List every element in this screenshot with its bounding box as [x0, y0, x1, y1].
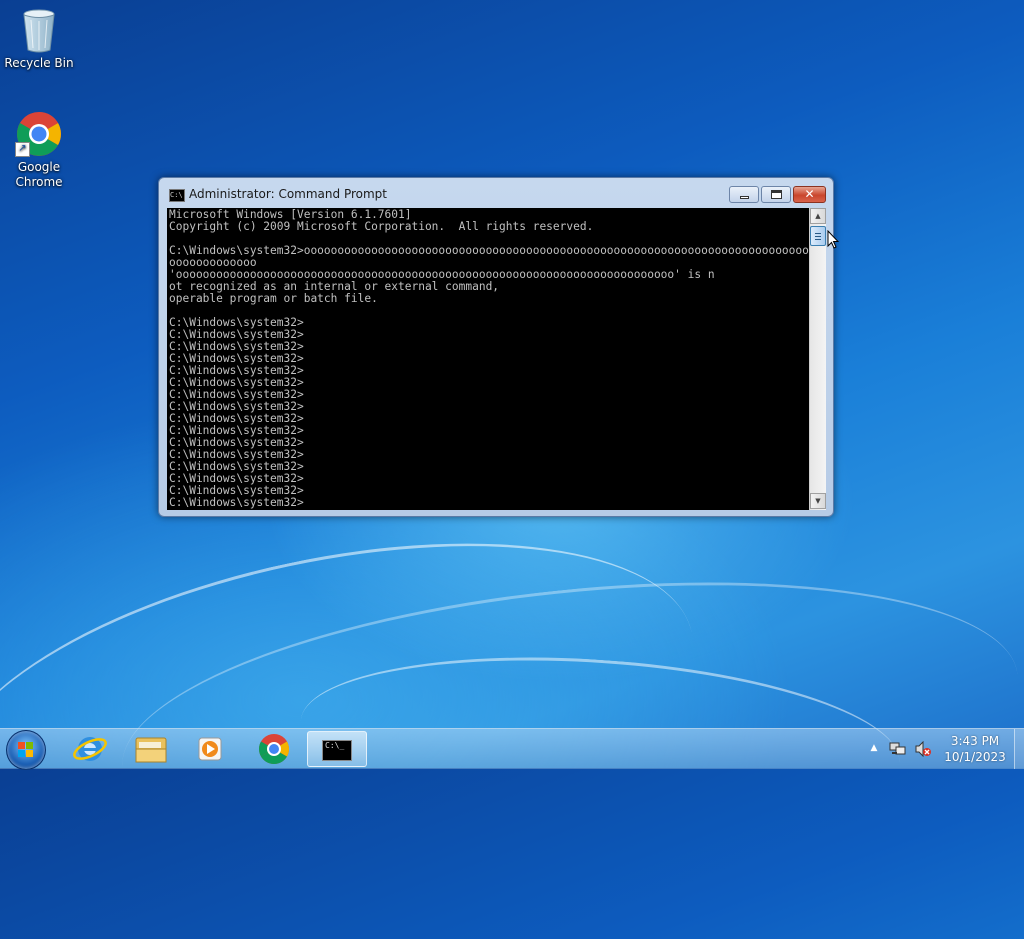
- taskbar-google-chrome[interactable]: [246, 731, 302, 767]
- command-prompt-icon: C:\: [169, 189, 185, 202]
- window-titlebar[interactable]: C:\ Administrator: Command Prompt ✕: [159, 178, 833, 208]
- chrome-icon: ↗: [15, 110, 63, 158]
- clock-date: 10/1/2023: [944, 750, 1006, 764]
- start-button[interactable]: [6, 730, 46, 770]
- desktop-icon-label: Google Chrome: [15, 160, 63, 189]
- show-hidden-icons-button[interactable]: ▲: [868, 741, 880, 755]
- scroll-up-button[interactable]: ▲: [810, 208, 826, 224]
- clock-time: 3:43 PM: [950, 734, 1000, 748]
- media-player-icon: [198, 737, 222, 761]
- internet-explorer-icon: [73, 737, 107, 761]
- network-icon[interactable]: [889, 741, 907, 757]
- taskbar-clock[interactable]: 3:43 PM 10/1/2023: [940, 733, 1010, 765]
- scroll-down-button[interactable]: ▼: [810, 493, 826, 509]
- start-orb-icon: [18, 742, 34, 758]
- minimize-icon: [740, 196, 749, 199]
- mouse-cursor-icon: [827, 230, 839, 249]
- minimize-button[interactable]: [729, 186, 759, 203]
- taskbar-internet-explorer[interactable]: [62, 731, 118, 767]
- desktop-icon-recycle-bin[interactable]: Recycle Bin: [1, 6, 77, 71]
- show-desktop-button[interactable]: [1014, 729, 1024, 769]
- close-button[interactable]: ✕: [793, 186, 826, 203]
- console-text: Microsoft Windows [Version 6.1.7601] Cop…: [169, 208, 817, 509]
- desktop-icon-label: Recycle Bin: [4, 56, 74, 70]
- windows-explorer-icon: [135, 737, 167, 763]
- command-prompt-icon: C:\_: [322, 740, 352, 761]
- scroll-thumb[interactable]: [810, 226, 826, 246]
- chrome-icon: [258, 734, 290, 765]
- taskbar-windows-explorer[interactable]: [122, 731, 178, 767]
- maximize-button[interactable]: [761, 186, 791, 203]
- vertical-scrollbar[interactable]: ▲ ▼: [809, 208, 826, 510]
- console-output[interactable]: Microsoft Windows [Version 6.1.7601] Cop…: [167, 208, 817, 510]
- volume-muted-icon[interactable]: [914, 741, 932, 757]
- taskbar: C:\_ ▲ 3:43 PM 10/1/2023: [0, 728, 1024, 770]
- window-title: Administrator: Command Prompt: [189, 187, 387, 201]
- close-icon: ✕: [804, 187, 815, 201]
- taskbar-command-prompt[interactable]: C:\_: [307, 731, 367, 767]
- desktop-icon-google-chrome[interactable]: ↗ Google Chrome: [1, 110, 77, 190]
- maximize-icon: [771, 190, 782, 199]
- shortcut-arrow-icon: ↗: [15, 142, 30, 157]
- command-prompt-window[interactable]: C:\ Administrator: Command Prompt ✕ Micr…: [158, 177, 834, 517]
- taskbar-media-player[interactable]: [182, 731, 238, 767]
- recycle-bin-icon: [15, 6, 63, 54]
